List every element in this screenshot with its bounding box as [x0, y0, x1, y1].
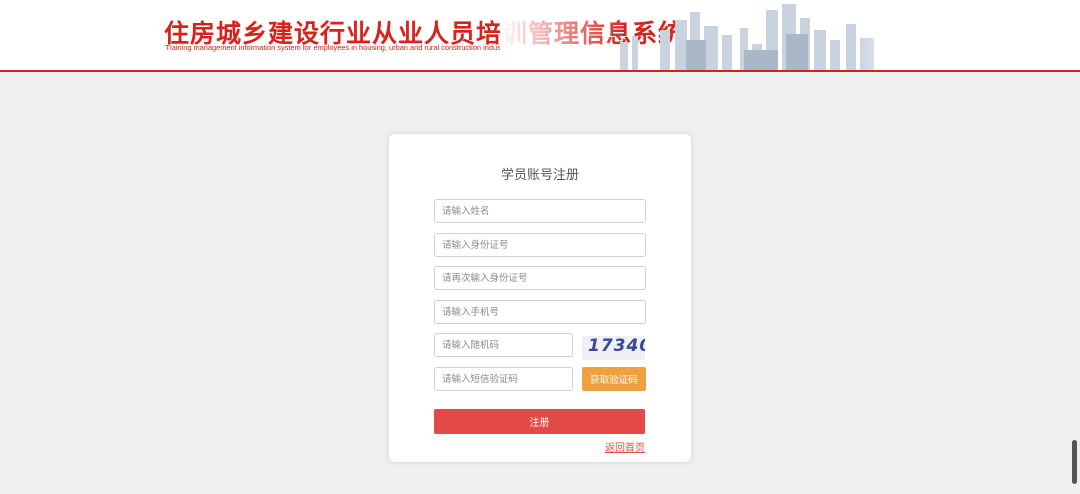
scrollbar-thumb[interactable] — [1072, 440, 1077, 484]
back-home-link[interactable]: 返回首页 — [605, 439, 645, 454]
id-number-input[interactable] — [434, 233, 646, 257]
id-number-confirm-input[interactable] — [434, 266, 646, 290]
city-skyline-banner — [500, 0, 920, 70]
register-title: 学员账号注册 — [500, 168, 579, 183]
site-subtitle: Training management information system f… — [165, 43, 509, 52]
phone-input[interactable] — [434, 300, 646, 324]
register-card: 学员账号注册 17340 获取验证码 注册 返回首页 — [389, 134, 691, 462]
captcha-image[interactable]: 17340 — [582, 336, 645, 360]
captcha-text: 17340 — [588, 336, 645, 356]
sms-code-input[interactable] — [434, 367, 573, 391]
site-header: 住房城乡建设行业从业人员培训管理信息系统 Training management… — [0, 0, 1080, 72]
random-code-input[interactable] — [434, 333, 573, 357]
name-input[interactable] — [434, 199, 646, 223]
get-sms-code-button[interactable]: 获取验证码 — [582, 367, 646, 391]
register-button[interactable]: 注册 — [434, 409, 645, 434]
